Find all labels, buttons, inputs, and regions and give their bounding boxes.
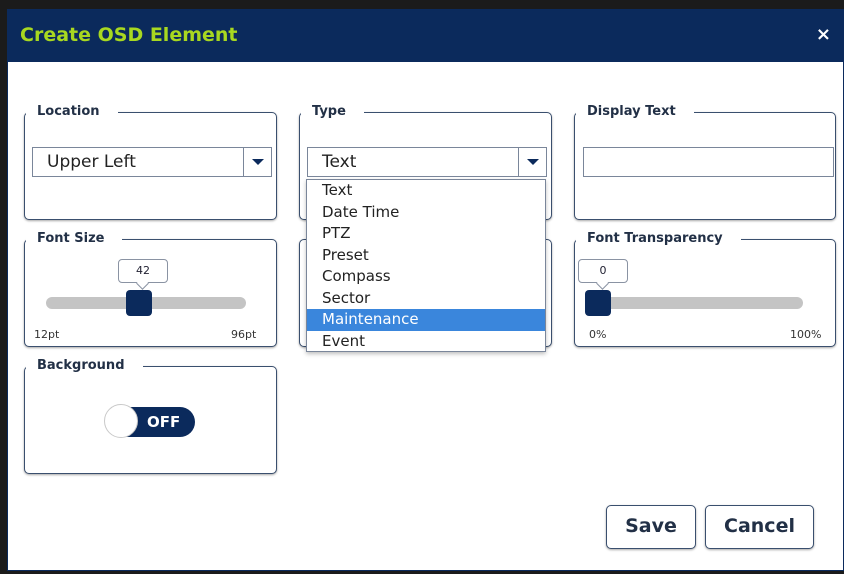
font-transparency-slider-track[interactable] <box>586 297 803 309</box>
close-icon[interactable]: × <box>816 24 831 45</box>
background-panel: Background OFF <box>24 356 277 474</box>
font-transparency-value-bubble: 0 <box>578 259 628 283</box>
type-option-preset[interactable]: Preset <box>307 245 545 267</box>
type-dropdown-list[interactable]: Text Date Time PTZ Preset Compass Sector… <box>306 179 546 352</box>
display-text-panel: Display Text <box>574 102 836 220</box>
location-select[interactable]: Upper Left <box>32 147 272 177</box>
type-option-sector[interactable]: Sector <box>307 288 545 310</box>
type-legend: Type <box>301 102 364 122</box>
display-text-input[interactable] <box>583 147 834 177</box>
type-option-compass[interactable]: Compass <box>307 266 545 288</box>
dialog-header: Create OSD Element × <box>8 10 843 62</box>
toggle-knob[interactable] <box>104 404 138 438</box>
type-option-text[interactable]: Text <box>307 180 545 202</box>
type-option-ptz[interactable]: PTZ <box>307 223 545 245</box>
font-size-value-bubble: 42 <box>118 259 168 283</box>
type-option-event[interactable]: Event <box>307 331 545 353</box>
create-osd-dialog: Create OSD Element × Location Upper Left… <box>7 9 844 571</box>
chevron-down-icon[interactable] <box>243 148 271 176</box>
type-select[interactable]: Text <box>307 147 547 177</box>
background-legend: Background <box>26 356 143 376</box>
type-selected-value: Text <box>322 152 357 172</box>
font-transparency-legend: Font Transparency <box>576 229 741 249</box>
font-transparency-min-label: 0% <box>589 328 607 341</box>
font-transparency-max-label: 100% <box>790 328 822 341</box>
type-option-maintenance[interactable]: Maintenance <box>307 309 545 331</box>
font-size-slider-thumb[interactable] <box>126 290 152 316</box>
font-size-panel: Font Size 42 12pt 96pt <box>24 229 277 347</box>
display-text-legend: Display Text <box>576 102 694 122</box>
location-legend: Location <box>26 102 118 122</box>
background-toggle[interactable]: OFF <box>104 404 195 438</box>
font-transparency-panel: Font Transparency 0 0% 100% <box>574 229 836 347</box>
font-size-max-label: 96pt <box>231 328 257 341</box>
location-selected-value: Upper Left <box>47 152 136 172</box>
cancel-button[interactable]: Cancel <box>705 505 814 549</box>
font-size-min-label: 12pt <box>34 328 60 341</box>
save-button[interactable]: Save <box>606 505 696 549</box>
location-panel: Location Upper Left <box>24 102 277 220</box>
dialog-title: Create OSD Element <box>20 24 238 46</box>
toggle-label: OFF <box>147 413 181 431</box>
font-size-legend: Font Size <box>26 229 123 249</box>
type-option-date-time[interactable]: Date Time <box>307 202 545 224</box>
chevron-down-icon[interactable] <box>518 148 546 176</box>
font-transparency-slider-thumb[interactable] <box>585 290 611 316</box>
